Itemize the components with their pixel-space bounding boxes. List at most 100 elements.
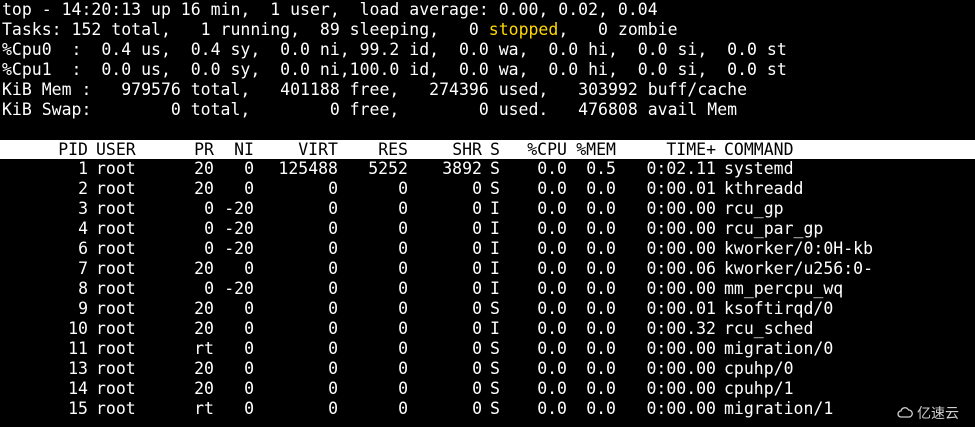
nice-cell: -20	[224, 239, 254, 258]
virt-cell: 0	[328, 279, 338, 298]
virt-cell: 125488	[278, 159, 338, 178]
time-cell: 0:02.11	[646, 159, 716, 178]
col-ni: NI	[234, 140, 254, 159]
process-row: 3 root 0 -20 0 0 0 I 0.0 0.0 0:00.00 rcu_gp	[2, 199, 975, 219]
shr-cell: 0	[472, 179, 482, 198]
time-cell: 0:00.00	[646, 359, 716, 378]
time-cell: 0:00.32	[646, 319, 716, 338]
cpu-cell: 0.0	[537, 279, 567, 298]
state-cell: S	[490, 339, 500, 358]
res-cell: 0	[398, 199, 408, 218]
summary-tasks: Tasks: 152 total, 1 running, 89 sleeping…	[2, 20, 975, 40]
process-row: 7 root 20 0 0 0 0 I 0.0 0.0 0:00.06 kworker/u256:0-	[2, 259, 975, 279]
command-cell: rcu_gp	[724, 199, 784, 218]
user-cell: root	[96, 179, 136, 198]
col-pr: PR	[194, 140, 214, 159]
pid-cell: 4	[78, 219, 88, 238]
mem-cell: 0.0	[586, 379, 616, 398]
res-cell: 0	[398, 259, 408, 278]
pid-cell: 6	[78, 239, 88, 258]
cpu-cell: 0.0	[537, 339, 567, 358]
cloud-logo-icon	[897, 407, 913, 418]
cpu-cell: 0.0	[537, 399, 567, 418]
command-cell: ksoftirqd/0	[724, 299, 834, 318]
res-cell: 0	[398, 219, 408, 238]
cpu-cell: 0.0	[537, 159, 567, 178]
stopped-label: stopped	[488, 20, 559, 39]
nice-cell: -20	[224, 219, 254, 238]
priority-cell: 0	[204, 219, 214, 238]
nice-cell: 0	[244, 359, 254, 378]
pid-cell: 15	[68, 399, 88, 418]
state-cell: I	[490, 259, 500, 278]
cpu-cell: 0.0	[537, 299, 567, 318]
command-cell: migration/0	[724, 339, 834, 358]
cpu-cell: 0.0	[537, 199, 567, 218]
user-cell: root	[96, 379, 136, 398]
col-res: RES	[378, 140, 408, 159]
state-cell: I	[490, 199, 500, 218]
res-cell: 0	[398, 399, 408, 418]
state-cell: S	[490, 359, 500, 378]
res-cell: 0	[398, 339, 408, 358]
nice-cell: 0	[244, 379, 254, 398]
command-cell: rcu_par_gp	[724, 219, 824, 238]
mem-cell: 0.5	[586, 159, 616, 178]
command-cell: mm_percpu_wq	[724, 279, 844, 298]
cpu-cell: 0.0	[537, 239, 567, 258]
res-cell: 0	[398, 239, 408, 258]
summary-swap: KiB Swap: 0 total, 0 free, 0 used. 47680…	[2, 100, 738, 119]
command-cell: kworker/u256:0-	[724, 259, 874, 278]
shr-cell: 0	[472, 379, 482, 398]
pid-cell: 11	[68, 339, 88, 358]
mem-cell: 0.0	[586, 399, 616, 418]
process-row: 11 root rt 0 0 0 0 S 0.0 0.0 0:00.00 migration/0	[2, 339, 975, 359]
nice-cell: -20	[224, 279, 254, 298]
priority-cell: 20	[194, 259, 214, 278]
process-row: 1 root 20 0 125488 5252 3892 S 0.0 0.5 0:02.11 syst…	[2, 159, 975, 179]
cpu-cell: 0.0	[537, 179, 567, 198]
col-virt: VIRT	[298, 140, 338, 159]
process-row: 15 root rt 0 0 0 0 S 0.0 0.0 0:00.00 migration/1	[2, 399, 975, 419]
nice-cell: 0	[244, 339, 254, 358]
user-cell: root	[96, 219, 136, 238]
time-cell: 0:00.00	[646, 239, 716, 258]
mem-cell: 0.0	[586, 219, 616, 238]
time-cell: 0:00.06	[646, 259, 716, 278]
shr-cell: 0	[472, 199, 482, 218]
shr-cell: 0	[472, 219, 482, 238]
user-cell: root	[96, 279, 136, 298]
mem-cell: 0.0	[586, 359, 616, 378]
pid-cell: 14	[68, 379, 88, 398]
priority-cell: 20	[194, 379, 214, 398]
command-cell: cpuhp/1	[724, 379, 794, 398]
time-cell: 0:00.00	[646, 339, 716, 358]
state-cell: S	[490, 179, 500, 198]
tasks-text-end: , 0 zombie	[558, 20, 678, 39]
summary-cpu1: %Cpu1 : 0.0 us, 0.0 sy, 0.0 ni,100.0 id,…	[2, 60, 787, 79]
process-row: 8 root 0 -20 0 0 0 I 0.0 0.0 0:00.00 mm_percpu_wq	[2, 279, 975, 299]
nice-cell: -20	[224, 199, 254, 218]
user-cell: root	[96, 399, 136, 418]
res-cell: 0	[398, 179, 408, 198]
user-cell: root	[96, 319, 136, 338]
nice-cell: 0	[244, 299, 254, 318]
user-cell: root	[96, 239, 136, 258]
process-row: 4 root 0 -20 0 0 0 I 0.0 0.0 0:00.00 rcu_par_gp	[2, 219, 975, 239]
mem-cell: 0.0	[586, 279, 616, 298]
nice-cell: 0	[244, 399, 254, 418]
virt-cell: 0	[328, 339, 338, 358]
summary-uptime: top - 14:20:13 up 16 min, 1 user, load a…	[2, 0, 658, 19]
pid-cell: 13	[68, 359, 88, 378]
priority-cell: rt	[194, 399, 214, 418]
res-cell: 0	[398, 319, 408, 338]
mem-cell: 0.0	[586, 319, 616, 338]
process-list: 1 root 20 0 125488 5252 3892 S 0.0 0.5 0:02.11 syst…	[2, 159, 975, 419]
priority-cell: 0	[204, 199, 214, 218]
shr-cell: 0	[472, 339, 482, 358]
state-cell: S	[490, 379, 500, 398]
priority-cell: 20	[194, 159, 214, 178]
nice-cell: 0	[244, 179, 254, 198]
mem-cell: 0.0	[586, 199, 616, 218]
virt-cell: 0	[328, 319, 338, 338]
